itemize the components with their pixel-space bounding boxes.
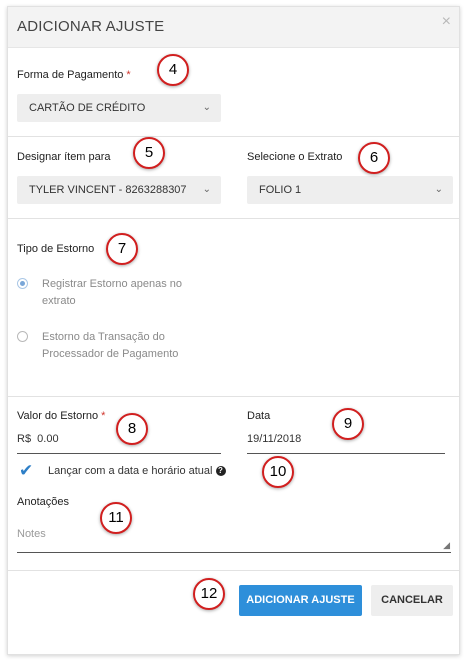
refund-option-processor[interactable]: Estorno da Transação do Processador de P… xyxy=(17,329,202,363)
payment-method-label: Forma de Pagamento * xyxy=(17,69,131,81)
cancel-button[interactable]: CANCELAR xyxy=(371,585,453,616)
radio-button[interactable] xyxy=(17,331,28,342)
required-mark: * xyxy=(126,69,131,81)
callout-badge: 8 xyxy=(116,413,148,445)
callout-badge: 5 xyxy=(133,137,165,169)
dialog-header: ADICIONAR AJUSTE × xyxy=(8,7,459,48)
chevron-down-icon: ⌄ xyxy=(202,102,211,113)
notes-label: Anotações xyxy=(17,496,69,508)
divider xyxy=(8,136,459,137)
payment-method-label-text: Forma de Pagamento xyxy=(17,69,124,81)
add-adjustment-button[interactable]: ADICIONAR AJUSTE xyxy=(239,585,362,616)
callout-badge: 11 xyxy=(100,502,132,534)
date-underline xyxy=(247,453,445,454)
refund-type-label: Tipo de Estorno xyxy=(17,243,95,255)
statement-label: Selecione o Extrato xyxy=(247,151,343,163)
callout-badge: 10 xyxy=(262,456,294,488)
assign-item-select[interactable]: TYLER VINCENT - 8263288307 ⌄ xyxy=(17,176,221,204)
dialog-title: ADICIONAR AJUSTE xyxy=(17,18,165,35)
chevron-down-icon: ⌄ xyxy=(202,184,211,195)
resize-grip-icon[interactable]: ◢ xyxy=(443,540,450,551)
refund-amount-label-text: Valor do Estorno xyxy=(17,410,99,422)
callout-badge: 6 xyxy=(358,142,390,174)
notes-textarea[interactable]: Notes ◢ xyxy=(17,528,451,553)
callout-badge: 7 xyxy=(106,233,138,265)
divider xyxy=(8,570,459,571)
post-now-label: Lançar com a data e horário atual xyxy=(48,465,213,477)
required-mark: * xyxy=(101,410,106,422)
chevron-down-icon: ⌄ xyxy=(434,184,443,195)
date-label: Data xyxy=(247,410,271,422)
refund-option-statement[interactable]: Registrar Estorno apenas no extrato xyxy=(17,276,202,310)
check-icon[interactable]: ✔ xyxy=(19,461,33,481)
help-icon[interactable]: ? xyxy=(215,466,226,477)
adjustment-dialog: ADICIONAR AJUSTE × Forma de Pagamento * C… xyxy=(7,6,460,655)
divider xyxy=(8,396,459,397)
radio-button-selected[interactable] xyxy=(17,278,28,289)
assign-item-value: TYLER VINCENT - 8263288307 xyxy=(29,184,187,196)
callout-badge: 9 xyxy=(332,408,364,440)
refund-amount-label: Valor do Estorno * xyxy=(17,410,105,422)
notes-placeholder: Notes xyxy=(17,528,46,540)
statement-value: FOLIO 1 xyxy=(259,184,302,196)
refund-option-label: Registrar Estorno apenas no extrato xyxy=(42,278,183,307)
payment-method-select[interactable]: CARTÃO DE CRÉDITO ⌄ xyxy=(17,94,221,122)
refund-amount-underline xyxy=(17,453,221,454)
refund-option-label: Estorno da Transação do Processador de P… xyxy=(42,331,179,360)
refund-amount-input[interactable]: R$ 0.00 xyxy=(17,433,59,445)
callout-badge: 12 xyxy=(193,578,225,610)
statement-select[interactable]: FOLIO 1 ⌄ xyxy=(247,176,453,204)
assign-item-label: Designar ítem para xyxy=(17,151,111,163)
date-input[interactable]: 19/11/2018 xyxy=(247,433,301,445)
callout-badge: 4 xyxy=(157,54,189,86)
close-icon[interactable]: × xyxy=(442,13,451,31)
payment-method-value: CARTÃO DE CRÉDITO xyxy=(29,102,146,114)
divider xyxy=(8,218,459,219)
post-now-option[interactable]: Lançar com a data e horário atual? xyxy=(48,465,226,477)
